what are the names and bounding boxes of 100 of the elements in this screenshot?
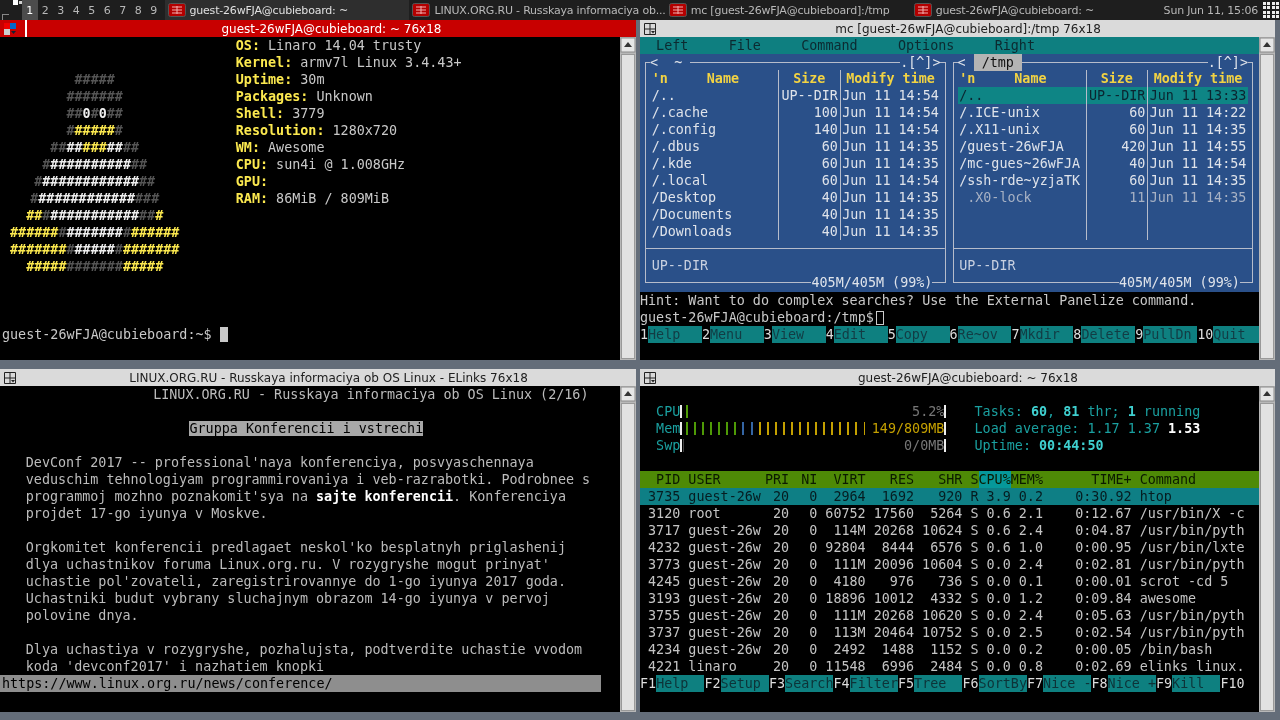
column-header[interactable]: Size — [1086, 70, 1148, 87]
function-key[interactable]: 1Help — [640, 326, 702, 343]
workspace-tag[interactable]: 4 — [68, 0, 84, 20]
table-cell-text: UP--DIR — [780, 87, 839, 104]
tile-layout-icon[interactable] — [1262, 1, 1280, 19]
disk-usage: 405M/405M (99%) — [1119, 274, 1240, 291]
column-header[interactable]: S — [962, 471, 979, 488]
file-name[interactable]: .X0-lock — [957, 189, 1086, 206]
file-name[interactable]: /Downloads — [650, 223, 779, 240]
workspace-tag[interactable]: 6 — [99, 0, 115, 20]
task-title[interactable]: mc [guest-26wFJA@cubieboard]:/tmp — [690, 3, 890, 17]
title-bar[interactable]: mc [guest-26wFJA@cubieboard]:/tmp 76x18 — [640, 20, 1275, 37]
column-header[interactable]: Command — [1131, 471, 1253, 488]
function-key[interactable]: 7Mkdir — [1011, 326, 1074, 343]
ascii-art-line: ##################### — [9, 224, 181, 241]
app-icon — [167, 3, 186, 17]
function-key[interactable]: F4Filter — [833, 675, 898, 692]
window-menu-icon[interactable] — [643, 370, 657, 385]
window-menu-icon[interactable] — [3, 370, 17, 385]
file-name[interactable]: /.local — [650, 172, 779, 189]
paragraph: Dlya uchastiya v rozygryshe, pozhalujsta, podtverdite uchastie vvodom koda 'devconf2017' i nazhatiem knopki — [24, 641, 584, 675]
scrollbar[interactable] — [620, 386, 636, 712]
function-key[interactable]: 10Quit — [1197, 326, 1259, 343]
workspace-tag[interactable]: 7 — [115, 0, 131, 20]
history-button[interactable]: < — [957, 54, 966, 71]
table-cell: Jun 11 14:35 — [1148, 121, 1248, 138]
file-name[interactable]: /.ICE-unix — [957, 104, 1086, 121]
column-header[interactable]: TIME+ — [1042, 471, 1132, 488]
table-cell-text: 6576 — [929, 539, 963, 556]
table-cell-text: R — [969, 488, 979, 505]
column-header[interactable]: Modify time — [1148, 70, 1248, 87]
workspace-tag[interactable]: 3 — [53, 0, 69, 20]
panel-status: UP--DIR — [958, 257, 1017, 274]
table-cell-text: 0:02.69 — [1074, 658, 1132, 675]
function-key[interactable]: 2Menu — [701, 326, 764, 343]
scrollbar[interactable] — [620, 37, 636, 360]
column-header[interactable]: CPU% — [978, 471, 1011, 488]
sort-indicator[interactable]: 'n — [651, 70, 668, 87]
file-name[interactable]: /.config — [650, 121, 779, 138]
file-name[interactable]: /.X11-unix — [957, 121, 1086, 138]
ascii-art-line: ##################### — [9, 241, 181, 258]
table-cell-text: elinks linux. — [1138, 658, 1246, 675]
title-bar[interactable]: LINUX.ORG.RU - Russkaya informaciya ob OS Linux - ELinks 76x18 — [0, 369, 636, 386]
column-header[interactable]: VIRT — [817, 471, 866, 488]
table-cell-text: 11 — [1128, 189, 1147, 206]
function-key[interactable]: 9PullDn — [1135, 326, 1198, 343]
sort-indicator[interactable]: 'n — [959, 70, 976, 87]
function-key[interactable]: 8Delete — [1073, 326, 1136, 343]
workspace-tag[interactable]: 2 — [37, 0, 53, 20]
column-header[interactable]: Name — [667, 70, 779, 87]
file-name[interactable]: /.cache — [650, 104, 779, 121]
file-name[interactable]: /Documents — [650, 206, 779, 223]
column-header[interactable]: NI — [789, 471, 818, 488]
file-name[interactable]: /guest-26wFJA — [957, 138, 1086, 155]
history-button[interactable]: < — [650, 54, 659, 71]
table-cell-text: 0.6 — [985, 505, 1011, 522]
panel-menu-button[interactable]: .[^]> — [1207, 54, 1248, 71]
column-header[interactable]: PID — [640, 471, 681, 488]
file-name[interactable]: /Desktop — [650, 189, 779, 206]
task-title[interactable]: guest-26wFJA@cubieboard: ~ — [935, 3, 1095, 17]
function-key[interactable]: F8Nice + — [1091, 675, 1156, 692]
function-key[interactable]: F2Setup — [704, 675, 769, 692]
workspace-tag[interactable]: 9 — [146, 0, 162, 20]
column-header[interactable]: Modify time — [840, 70, 941, 87]
file-name[interactable]: /ssh-rde~yzjaTK — [957, 172, 1086, 189]
file-name[interactable]: /.. — [957, 87, 1086, 104]
column-header[interactable]: SHR — [914, 471, 963, 488]
function-key[interactable]: 5Copy — [887, 326, 950, 343]
task-title[interactable]: LINUX.ORG.RU - Russkaya informaciya ob... — [434, 3, 666, 17]
column-header[interactable]: Size — [779, 70, 840, 87]
workspace-tag[interactable]: 8 — [130, 0, 146, 20]
table-cell-text: 2492 — [832, 641, 866, 658]
scrollbar[interactable] — [1259, 37, 1275, 360]
scrollbar[interactable] — [1259, 386, 1275, 712]
function-key[interactable]: 6Re~ov — [949, 326, 1012, 343]
column-header[interactable]: PRI — [760, 471, 790, 488]
function-key[interactable]: F6SortBy — [962, 675, 1027, 692]
table-cell-text: 0.6 — [985, 539, 1011, 556]
title-bar[interactable]: guest-26wFJA@cubieboard: ~ 76x18 — [0, 20, 636, 37]
table-cell-text: 0:00.05 — [1074, 641, 1132, 658]
file-name[interactable]: /.. — [650, 87, 779, 104]
function-key[interactable]: F1Help — [640, 675, 705, 692]
column-header[interactable]: RES — [865, 471, 915, 488]
table-cell-text: 3717 — [647, 522, 681, 539]
workspace-tag[interactable]: 5 — [84, 0, 100, 20]
column-header[interactable]: Name — [975, 70, 1086, 87]
file-name[interactable]: /mc-gues~26wFJA — [957, 155, 1086, 172]
function-key[interactable]: 3View — [763, 326, 826, 343]
link[interactable]: sajte konferencii — [316, 489, 454, 504]
shell-prompt: guest-26wFJA@cubieboard:~$ — [2, 326, 212, 343]
panel-menu-button[interactable]: .[^]> — [900, 54, 941, 71]
workspace-tag[interactable]: 1 — [22, 0, 38, 20]
window-menu-icon[interactable] — [3, 21, 17, 36]
function-key[interactable]: F3Search — [768, 675, 834, 692]
selection-highlight[interactable]: 3735 guest-26w 20 0 2964 1692 920 R 3.9 0.2 0:30.92 htop — [640, 488, 1259, 505]
file-name[interactable]: /.kde — [650, 155, 779, 172]
file-name[interactable]: /.dbus — [650, 138, 779, 155]
column-header[interactable]: USER — [680, 471, 761, 488]
window-menu-icon[interactable] — [643, 21, 657, 36]
title-bar[interactable]: guest-26wFJA@cubieboard: ~ 76x18 — [640, 369, 1275, 386]
